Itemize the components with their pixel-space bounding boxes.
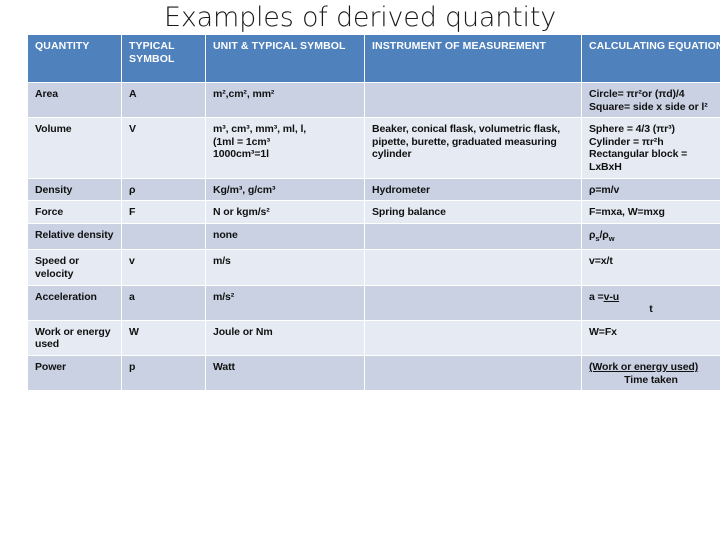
cell-unit: Watt [206,356,364,391]
cell-instrument [365,223,581,250]
header-instrument-of-measurement: INSTRUMENT OF MEASUREMENT [365,35,581,82]
cell-symbol: a [122,285,205,320]
slide-canvas: Examples of derived quantity QUANTITY TY… [0,0,720,540]
table-header: QUANTITY TYPICAL SYMBOL UNIT & TYPICAL S… [28,35,720,82]
equation-line: Sphere = 4/3 (πr³) [589,123,675,136]
cell-symbol: V [122,118,205,178]
cell-equation: F=mxa, W=mxg [582,201,720,223]
cell-instrument [365,285,581,320]
equation-line: Square= side x side or l² [589,100,708,113]
cell-instrument [365,83,581,118]
cell-quantity: Power [28,356,121,391]
equation-separator: /ρ [599,228,609,241]
equation-line: Circle= πr²or (πd)/4 [589,88,685,100]
cell-equation: ρ=m/v [582,178,720,201]
fraction-acceleration: a =v-u t [589,291,720,316]
cell-quantity: Acceleration [28,285,121,320]
cell-symbol: W [122,320,205,355]
cell-unit: N or kgm/s² [206,201,364,223]
header-unit-and-typical-symbol: UNIT & TYPICAL SYMBOL [206,35,364,82]
cell-quantity: Force [28,201,121,223]
table-row: Relative density none ρs/ρw [28,223,720,250]
cell-instrument: Hydrometer [365,178,581,201]
table-row: Volume V m³, cm³, mm³, ml, l, (1ml = 1cm… [28,118,720,178]
table-row: Speed or velocity v m/s v=x/t [28,250,720,285]
cell-equation: (Work or energy used) Time taken [582,356,720,391]
fraction-power: (Work or energy used) Time taken [589,361,720,386]
cell-quantity: Relative density [28,223,121,250]
unit-line: 1000cm³=1l [213,148,269,161]
cell-instrument [365,250,581,285]
fraction-denominator: Time taken [624,373,678,386]
cell-equation: ρs/ρw [582,223,720,250]
cell-instrument: Spring balance [365,201,581,223]
fraction-denominator: t [649,303,653,316]
cell-equation: W=Fx [582,320,720,355]
table-row: Density ρ Kg/m³, g/cm³ Hydrometer ρ=m/v [28,178,720,201]
derived-quantity-table: QUANTITY TYPICAL SYMBOL UNIT & TYPICAL S… [27,34,720,392]
fraction-numerator: (Work or energy used) [589,361,699,373]
cell-quantity: Volume [28,118,121,178]
cell-unit: m/s [206,250,364,285]
cell-unit: m/s² [206,285,364,320]
table-row: Area A m²,cm², mm² Circle= πr²or (πd)/4 … [28,83,720,118]
equation-line: LxBxH [589,160,622,173]
equation-sub-w: w [608,233,615,243]
cell-symbol: ρ [122,178,205,201]
cell-quantity: Area [28,83,121,118]
table-row: Power p Watt (Work or energy used) Time t… [28,356,720,391]
cell-equation: v=x/t [582,250,720,285]
table-header-row: QUANTITY TYPICAL SYMBOL UNIT & TYPICAL S… [28,35,720,82]
cell-symbol: F [122,201,205,223]
cell-equation: Sphere = 4/3 (πr³) Cylinder = πr²h Recta… [582,118,720,178]
equation-line: Rectangular block = [589,148,688,161]
equation-line: Cylinder = πr²h [589,135,664,148]
cell-instrument [365,356,581,391]
cell-unit: Joule or Nm [206,320,364,355]
cell-symbol: A [122,83,205,118]
equation-prefix: a = [589,290,604,303]
cell-unit: m³, cm³, mm³, ml, l, (1ml = 1cm³ 1000cm³… [206,118,364,178]
page-title: Examples of derived quantity [163,2,557,33]
table-row: Force F N or kgm/s² Spring balance F=mxa… [28,201,720,223]
header-quantity: QUANTITY [28,35,121,82]
cell-symbol: v [122,250,205,285]
cell-unit: Kg/m³, g/cm³ [206,178,364,201]
unit-line: m³, cm³, mm³, ml, l, [213,123,307,136]
cell-equation: a =v-u t [582,285,720,320]
header-calculating-equation: CALCULATING EQUATION [582,35,720,82]
cell-symbol [122,223,205,250]
cell-symbol: p [122,356,205,391]
derived-quantity-table-wrapper: QUANTITY TYPICAL SYMBOL UNIT & TYPICAL S… [27,34,720,392]
unit-line: (1ml = 1cm³ [213,135,270,148]
table-row: Work or energy used W Joule or Nm W=Fx [28,320,720,355]
cell-quantity: Density [28,178,121,201]
table-row: Acceleration a m/s² a =v-u t [28,285,720,320]
table-body: Area A m²,cm², mm² Circle= πr²or (πd)/4 … [28,83,720,391]
cell-quantity: Work or energy used [28,320,121,355]
cell-unit: none [206,223,364,250]
fraction-numerator: v-u [603,290,620,303]
cell-quantity: Speed or velocity [28,250,121,285]
cell-instrument: Beaker, conical flask, volumetric flask,… [365,118,581,178]
header-typical-symbol: TYPICAL SYMBOL [122,35,205,82]
cell-instrument [365,320,581,355]
cell-unit: m²,cm², mm² [206,83,364,118]
cell-equation: Circle= πr²or (πd)/4 Square= side x side… [582,83,720,118]
